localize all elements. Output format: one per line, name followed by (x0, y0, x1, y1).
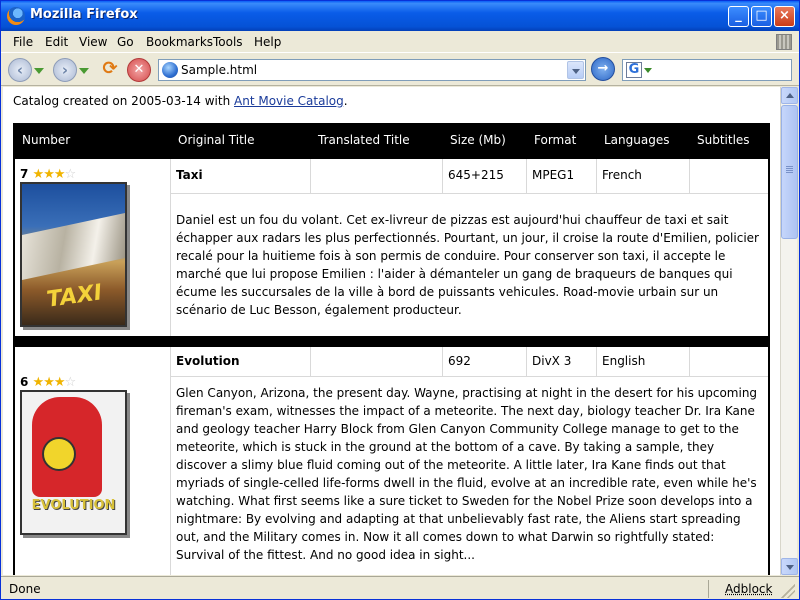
movie-number-rating: 6 ★★★☆ (20, 375, 77, 390)
page-globe-icon (162, 62, 178, 78)
header-format: Format (534, 133, 577, 147)
movie-description: Daniel est un fou du volant. Cet ex-livr… (176, 213, 759, 317)
adblock-button[interactable]: Adblock (725, 582, 772, 596)
menu-help[interactable]: Help (254, 35, 281, 49)
movie-original-title: Evolution (176, 354, 240, 368)
movie-table: Number Original Title Translated Title S… (13, 123, 770, 575)
scroll-down-button[interactable] (781, 558, 798, 575)
title-bar: Mozilla Firefox _ □ × (1, 1, 799, 31)
movie-size: 645+215 (448, 168, 504, 182)
google-search-engine-icon[interactable]: G (626, 62, 642, 78)
catalog-info: Catalog created on 2005-03-14 with Ant M… (13, 94, 348, 108)
status-text: Done (9, 582, 41, 596)
reload-button[interactable]: ⟳ (98, 58, 122, 82)
scroll-up-button[interactable] (781, 87, 798, 104)
status-divider (708, 580, 709, 598)
movie-format: DivX 3 (532, 354, 572, 368)
back-button[interactable]: ‹ (8, 58, 32, 82)
address-history-dropdown[interactable] (567, 61, 584, 79)
catalog-prefix: Catalog created on 2005-03-14 with (13, 94, 235, 108)
poster-title-text: TAXI (45, 280, 104, 313)
minimize-button[interactable]: _ (728, 6, 749, 27)
menu-bookmarks[interactable]: Bookmarks (146, 35, 213, 49)
ant-movie-catalog-link[interactable]: Ant Movie Catalog (234, 94, 344, 108)
movie-size: 692 (448, 354, 471, 368)
close-button[interactable]: × (774, 6, 795, 27)
menu-view[interactable]: View (79, 35, 107, 49)
header-languages: Languages (604, 133, 670, 147)
menu-file[interactable]: File (13, 35, 33, 49)
grip-icon (786, 166, 793, 174)
movie-poster: EVOLUTION (20, 390, 127, 535)
catalog-suffix: . (343, 94, 348, 108)
vertical-scrollbar[interactable] (780, 87, 798, 575)
movie-row: 7 ★★★☆ TAXI Taxi 645+215 MPEG1 French Da… (15, 159, 768, 336)
rating-stars-icon: ★★★☆ (32, 375, 77, 390)
resize-grip-icon[interactable] (781, 584, 795, 598)
back-history-dropdown-icon[interactable] (34, 68, 44, 74)
poster-title-text: EVOLUTION (31, 498, 116, 513)
throbber-icon (776, 34, 792, 50)
poster-smiley-icon (42, 437, 76, 471)
window-title: Mozilla Firefox (30, 7, 138, 22)
header-size: Size (Mb) (450, 133, 506, 147)
forward-history-dropdown-icon[interactable] (79, 68, 89, 74)
browser-window: Mozilla Firefox _ □ × File Edit View Go … (0, 0, 800, 600)
poster-car-shape (22, 213, 125, 280)
header-number: Number (22, 133, 71, 147)
movie-number: 6 (20, 375, 29, 389)
forward-button[interactable]: › (53, 58, 77, 82)
menu-go[interactable]: Go (117, 35, 134, 49)
header-subtitles: Subtitles (697, 133, 750, 147)
search-engine-dropdown-icon[interactable] (644, 68, 652, 73)
movie-row: 6 ★★★☆ EVOLUTION Evolution 692 DivX 3 En… (15, 347, 768, 575)
header-original-title: Original Title (178, 133, 255, 147)
address-text[interactable]: Sample.html (181, 63, 257, 77)
table-header-row: Number Original Title Translated Title S… (13, 123, 770, 158)
movie-poster: TAXI (20, 182, 127, 327)
status-bar: Done Adblock (1, 576, 799, 599)
movie-original-title: Taxi (176, 168, 203, 182)
movie-number: 7 (20, 167, 29, 181)
firefox-icon (7, 7, 25, 25)
menu-bar: File Edit View Go Bookmarks Tools Help (1, 31, 799, 53)
movie-languages: French (602, 168, 642, 182)
scroll-thumb[interactable] (781, 105, 798, 239)
go-button[interactable]: → (591, 57, 615, 81)
menu-edit[interactable]: Edit (45, 35, 68, 49)
movie-format: MPEG1 (532, 168, 575, 182)
menu-tools[interactable]: Tools (213, 35, 243, 49)
search-bar[interactable]: G (622, 59, 792, 81)
header-translated-title: Translated Title (318, 133, 410, 147)
movie-description: Glen Canyon, Arizona, the present day. W… (176, 386, 758, 562)
rating-stars-icon: ★★★☆ (32, 167, 77, 182)
address-bar[interactable]: Sample.html (158, 59, 586, 81)
page-content: Catalog created on 2005-03-14 with Ant M… (3, 87, 780, 575)
maximize-button[interactable]: □ (751, 6, 772, 27)
movie-languages: English (602, 354, 646, 368)
movie-number-rating: 7 ★★★☆ (20, 167, 77, 182)
stop-button[interactable]: ✕ (127, 58, 151, 82)
